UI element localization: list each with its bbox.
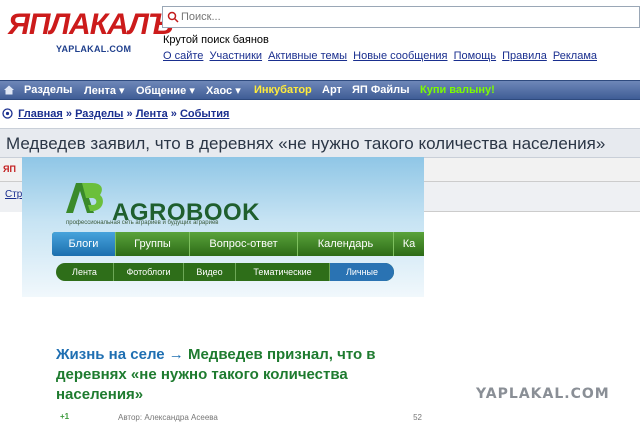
agrobook-tagline: профессиональная сеть аграриев и будущих…	[66, 220, 219, 226]
nav-chaos[interactable]: Хаос ▾	[206, 84, 241, 97]
watermark: YAPLAKAL.COM	[476, 386, 610, 402]
topic-toolbar-right	[424, 158, 640, 182]
page-title: Медведев заявил, что в деревнях «не нужн…	[6, 134, 606, 153]
search-box[interactable]	[162, 6, 640, 28]
topic-toolbar-left: ЯП	[0, 158, 22, 182]
agrobook-subtabs: Лента Фотоблоги Видео Тематические Личны…	[56, 263, 394, 281]
link-about[interactable]: О сайте	[163, 50, 203, 62]
breadcrumb-feed[interactable]: Лента	[136, 108, 168, 120]
vote-count[interactable]: +1	[60, 412, 69, 421]
article-meta: +1 Автор: Александра Асеева 52	[56, 411, 424, 423]
article-number: 52	[413, 413, 422, 422]
nav-files[interactable]: ЯП Файлы	[352, 84, 410, 96]
nav-art[interactable]: Арт	[322, 84, 342, 96]
breadcrumb-events[interactable]: События	[180, 108, 229, 120]
logo-sub-text: YAPLAKAL.COM	[56, 44, 132, 54]
nav-incubator[interactable]: Инкубатор	[254, 84, 312, 96]
topic-bar: Медведев заявил, что в деревнях «не нужн…	[0, 128, 640, 158]
link-members[interactable]: Участники	[209, 50, 262, 62]
article-section: Жизнь на селе	[56, 346, 165, 363]
link-rules[interactable]: Правила	[502, 50, 547, 62]
subtab-photoblogs[interactable]: Фотоблоги	[114, 263, 184, 281]
tab-more[interactable]: Ка	[394, 232, 424, 256]
breadcrumb-sections[interactable]: Разделы	[75, 108, 123, 120]
tab-qa[interactable]: Вопрос-ответ	[190, 232, 298, 256]
tab-calendar[interactable]: Календарь	[298, 232, 394, 256]
article-author: Автор: Александра Асеева	[118, 413, 218, 422]
article-title[interactable]: Жизнь на селе → Медведев признал, что в …	[56, 345, 416, 405]
nav-social[interactable]: Общение ▾	[136, 84, 195, 97]
logo-main-text: ЯПЛАКАЛЪ	[8, 8, 173, 41]
agrobook-tabs: Блоги Группы Вопрос-ответ Календарь Ка	[52, 232, 424, 256]
home-icon[interactable]	[3, 84, 15, 96]
breadcrumb-home[interactable]: Главная	[18, 108, 63, 120]
article-arrow: →	[168, 346, 184, 363]
main-nav: Разделы Лента ▾ Общение ▾ Хаос ▾ Инкубат…	[0, 80, 640, 100]
tab-groups[interactable]: Группы	[116, 232, 190, 256]
breadcrumb-home-icon	[2, 108, 13, 119]
subtab-personal[interactable]: Личные	[330, 263, 394, 281]
embedded-image: AGROBOOK профессиональная сеть аграриев …	[22, 157, 424, 423]
subtab-feed[interactable]: Лента	[56, 263, 114, 281]
link-active-topics[interactable]: Активные темы	[268, 50, 347, 62]
agrobook-logo-icon	[66, 183, 103, 213]
subtab-thematic[interactable]: Тематические	[236, 263, 330, 281]
nav-feed[interactable]: Лента ▾	[84, 84, 125, 97]
pagination-left: Стр	[0, 182, 22, 212]
link-help[interactable]: Помощь	[454, 50, 497, 62]
search-tagline: Крутой поиск баянов	[163, 34, 269, 46]
mini-logo: ЯП	[3, 164, 16, 174]
agrobook-header: AGROBOOK профессиональная сеть аграриев …	[22, 157, 424, 297]
nav-buy[interactable]: Купи валыну!	[420, 84, 495, 96]
subtab-video[interactable]: Видео	[184, 263, 236, 281]
pagination-right	[424, 182, 640, 212]
top-links: О сайте Участники Активные темы Новые со…	[163, 50, 600, 62]
link-ads[interactable]: Реклама	[553, 50, 597, 62]
site-logo[interactable]: ЯПЛАКАЛЪ YAPLAKAL.COM	[8, 8, 173, 66]
link-new-messages[interactable]: Новые сообщения	[353, 50, 447, 62]
pages-link[interactable]: Стр	[5, 189, 22, 200]
tab-blogs[interactable]: Блоги	[52, 232, 116, 256]
nav-sections[interactable]: Разделы	[24, 84, 72, 96]
breadcrumb: Главная » Разделы » Лента » События	[2, 108, 229, 120]
search-input[interactable]	[181, 9, 581, 25]
search-icon	[167, 11, 179, 23]
